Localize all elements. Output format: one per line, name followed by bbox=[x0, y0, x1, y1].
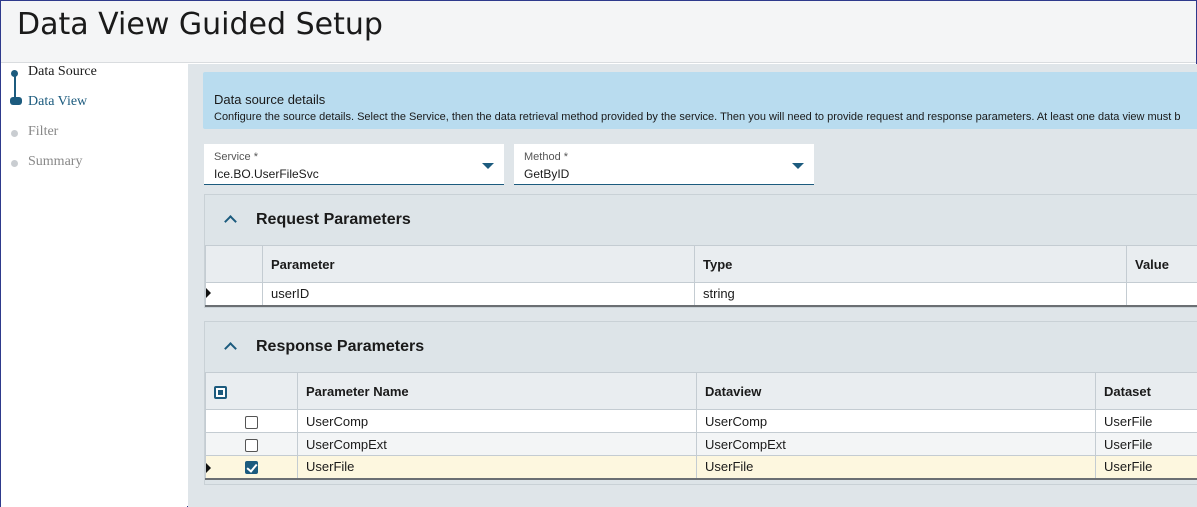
method-value: GetByID bbox=[524, 167, 570, 181]
wizard-steps: Data Source Data View Filter Summary bbox=[1, 64, 187, 507]
chevron-up-icon[interactable] bbox=[224, 215, 237, 228]
step-data-view[interactable]: Data View bbox=[1, 94, 187, 116]
parameter-cell[interactable]: userID bbox=[262, 282, 695, 307]
table-row[interactable]: userID string bbox=[205, 282, 1197, 307]
info-banner: Data source details Configure the source… bbox=[203, 72, 1197, 129]
row-checkbox-cell[interactable] bbox=[205, 432, 298, 456]
response-panel-title: Response Parameters bbox=[256, 338, 425, 355]
type-cell[interactable]: string bbox=[694, 282, 1127, 307]
step-data-source[interactable]: Data Source bbox=[1, 64, 187, 86]
column-header[interactable]: Dataset bbox=[1095, 372, 1197, 410]
step-dot-icon bbox=[11, 130, 18, 137]
grid-header-row: Parameter Name Dataview Dataset bbox=[205, 372, 1197, 410]
dataview-cell[interactable]: UserCompExt bbox=[696, 432, 1096, 456]
row-selector[interactable] bbox=[205, 282, 263, 307]
step-label: Data Source bbox=[28, 64, 97, 79]
row-checkbox[interactable] bbox=[245, 415, 258, 429]
response-panel-header[interactable]: Response Parameters bbox=[205, 322, 1197, 372]
row-checkbox[interactable] bbox=[245, 438, 258, 452]
main-content: Data source details Configure the source… bbox=[188, 64, 1197, 507]
method-combo[interactable]: Method * GetByID bbox=[514, 144, 814, 185]
dataset-cell[interactable]: UserFile bbox=[1095, 432, 1197, 456]
dataview-cell[interactable]: UserComp bbox=[696, 409, 1096, 433]
grid-header-row: Parameter Type Value bbox=[205, 245, 1197, 283]
chevron-down-icon[interactable] bbox=[482, 163, 494, 169]
step-label: Filter bbox=[28, 124, 59, 139]
parameter-name-cell[interactable]: UserComp bbox=[297, 409, 697, 433]
current-row-icon bbox=[206, 288, 211, 299]
step-dot-icon bbox=[11, 70, 18, 77]
step-label: Data View bbox=[28, 94, 88, 109]
table-row[interactable]: UserFile UserFile UserFile bbox=[205, 455, 1197, 480]
row-checkbox[interactable] bbox=[245, 461, 258, 475]
column-header[interactable]: Parameter Name bbox=[297, 372, 697, 410]
info-title: Data source details bbox=[214, 92, 326, 107]
value-cell[interactable] bbox=[1126, 282, 1197, 307]
row-checkbox-cell[interactable] bbox=[205, 455, 298, 480]
current-row-icon bbox=[206, 463, 211, 473]
info-description: Configure the source details. Select the… bbox=[214, 111, 1181, 123]
dataset-cell[interactable]: UserFile bbox=[1095, 409, 1197, 433]
service-value: Ice.BO.UserFileSvc bbox=[214, 167, 319, 181]
service-label: Service * bbox=[214, 151, 259, 163]
select-all-checkbox[interactable] bbox=[214, 385, 227, 399]
table-row[interactable]: UserComp UserComp UserFile bbox=[205, 409, 1197, 433]
column-header[interactable]: Parameter bbox=[262, 245, 695, 283]
step-label: Summary bbox=[28, 154, 83, 169]
method-label: Method * bbox=[524, 151, 569, 163]
parameter-name-cell[interactable]: UserFile bbox=[297, 455, 697, 480]
dataset-cell[interactable]: UserFile bbox=[1095, 455, 1197, 480]
page-title: Data View Guided Setup bbox=[17, 7, 383, 42]
step-dot-icon bbox=[10, 97, 22, 105]
select-all-header[interactable] bbox=[205, 372, 298, 410]
parameter-name-cell[interactable]: UserCompExt bbox=[297, 432, 697, 456]
response-parameters-panel: Response Parameters Parameter Name Datav… bbox=[204, 321, 1197, 485]
request-panel-title: Request Parameters bbox=[256, 211, 411, 228]
title-bar: Data View Guided Setup bbox=[1, 1, 1196, 63]
service-combo[interactable]: Service * Ice.BO.UserFileSvc bbox=[204, 144, 504, 185]
step-dot-icon bbox=[11, 160, 18, 167]
table-row[interactable]: UserCompExt UserCompExt UserFile bbox=[205, 432, 1197, 456]
column-header[interactable]: Type bbox=[694, 245, 1127, 283]
request-grid: Parameter Type Value userID string bbox=[205, 245, 1197, 307]
row-checkbox-cell[interactable] bbox=[205, 409, 298, 433]
request-parameters-panel: Request Parameters Parameter Type Value … bbox=[204, 194, 1197, 308]
chevron-up-icon[interactable] bbox=[224, 342, 237, 355]
row-selector-header bbox=[205, 245, 263, 283]
dataview-cell[interactable]: UserFile bbox=[696, 455, 1096, 480]
step-filter[interactable]: Filter bbox=[1, 124, 187, 146]
column-header[interactable]: Dataview bbox=[696, 372, 1096, 410]
chevron-down-icon[interactable] bbox=[792, 163, 804, 169]
step-summary[interactable]: Summary bbox=[1, 154, 187, 176]
request-panel-header[interactable]: Request Parameters bbox=[205, 195, 1197, 245]
response-grid: Parameter Name Dataview Dataset UserComp… bbox=[205, 372, 1197, 480]
column-header[interactable]: Value bbox=[1126, 245, 1197, 283]
